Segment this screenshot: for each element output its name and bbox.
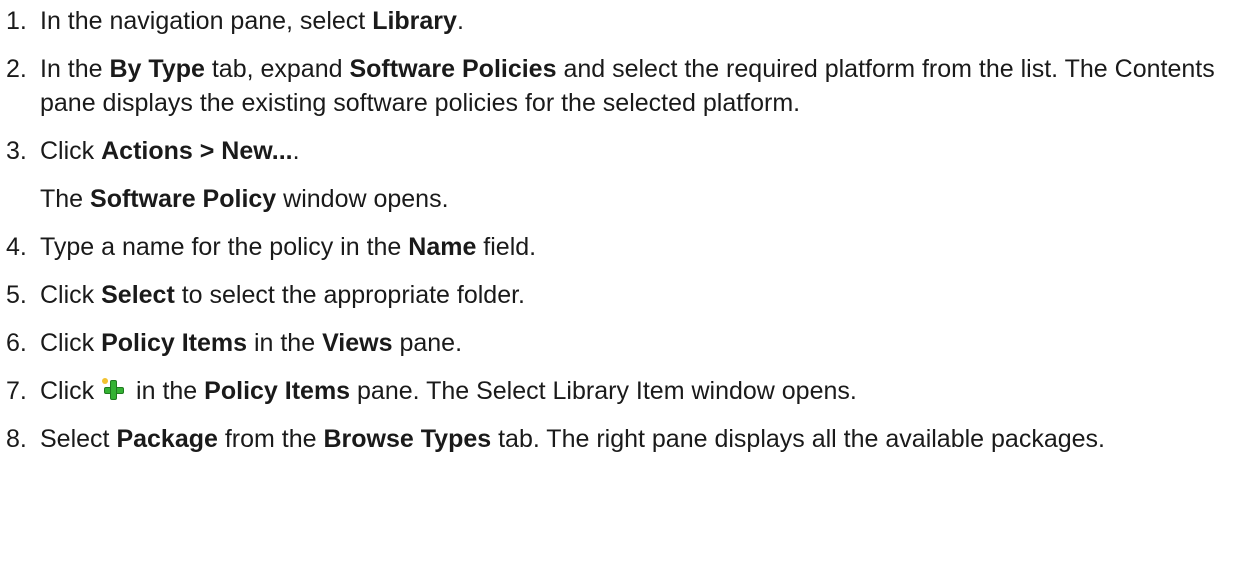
step-number: 3. bbox=[6, 137, 27, 165]
step-7: 7. Click in the Policy Items pane. The Se… bbox=[0, 374, 1247, 408]
step-text: . bbox=[292, 137, 300, 165]
ui-term-policy-items: Policy Items bbox=[204, 377, 351, 405]
step-text: in the bbox=[129, 377, 205, 405]
step-5: 5. Click Select to select the appropriate… bbox=[0, 278, 1247, 312]
step-text: Click bbox=[40, 329, 102, 357]
step-number: 2. bbox=[6, 55, 27, 83]
step-text: pane. bbox=[392, 329, 463, 357]
step-text: Click bbox=[40, 281, 102, 309]
ui-term-policy-items: Policy Items bbox=[101, 329, 248, 357]
step-number: 6. bbox=[6, 329, 27, 357]
step-text: to select the appropriate folder. bbox=[174, 281, 526, 309]
add-plus-icon bbox=[102, 378, 125, 401]
step-text: Type a name for the policy in the bbox=[40, 233, 409, 261]
step-text: Select bbox=[40, 425, 117, 453]
step-8: 8. Select Package from the Browse Types t… bbox=[0, 422, 1247, 456]
ui-term-software-policies: Software Policies bbox=[349, 55, 557, 83]
step-number: 7. bbox=[6, 377, 27, 405]
step-text: tab, expand bbox=[204, 55, 350, 83]
step-text: Click bbox=[40, 137, 102, 165]
ui-term-name: Name bbox=[408, 233, 477, 261]
ui-term-software-policy: Software Policy bbox=[90, 185, 277, 213]
step-number: 8. bbox=[6, 425, 27, 453]
step-text: from the bbox=[217, 425, 324, 453]
step-number: 5. bbox=[6, 281, 27, 309]
step-result: The Software Policy window opens. bbox=[40, 182, 1247, 216]
step-text: field. bbox=[476, 233, 537, 261]
ui-term-package: Package bbox=[116, 425, 218, 453]
step-3: 3. Click Actions > New.... The Software P… bbox=[0, 134, 1247, 216]
step-text: In the bbox=[40, 55, 110, 83]
step-4: 4. Type a name for the policy in the Name… bbox=[0, 230, 1247, 264]
ui-term-select: Select bbox=[101, 281, 175, 309]
step-text: window opens. bbox=[276, 185, 449, 213]
step-6: 6. Click Policy Items in the Views pane. bbox=[0, 326, 1247, 360]
ui-term-library: Library bbox=[372, 7, 457, 35]
step-2: 2. In the By Type tab, expand Software Po… bbox=[0, 52, 1247, 120]
step-number: 1. bbox=[6, 7, 27, 35]
ui-term-by-type: By Type bbox=[109, 55, 205, 83]
step-number: 4. bbox=[6, 233, 27, 261]
step-1: 1. In the navigation pane, select Library… bbox=[0, 4, 1247, 38]
step-text: In the navigation pane, select bbox=[40, 7, 373, 35]
step-text: in the bbox=[247, 329, 323, 357]
step-text: tab. The right pane displays all the ava… bbox=[491, 425, 1105, 453]
step-text: Click bbox=[40, 377, 102, 405]
ui-term-actions-new: Actions > New... bbox=[101, 137, 293, 165]
ui-term-views: Views bbox=[322, 329, 393, 357]
procedure-steps: 1. In the navigation pane, select Library… bbox=[0, 4, 1247, 470]
ui-term-browse-types: Browse Types bbox=[323, 425, 492, 453]
step-text: The bbox=[40, 185, 91, 213]
step-text: pane. The Select Library Item window ope… bbox=[350, 377, 857, 405]
step-text: . bbox=[456, 7, 464, 35]
